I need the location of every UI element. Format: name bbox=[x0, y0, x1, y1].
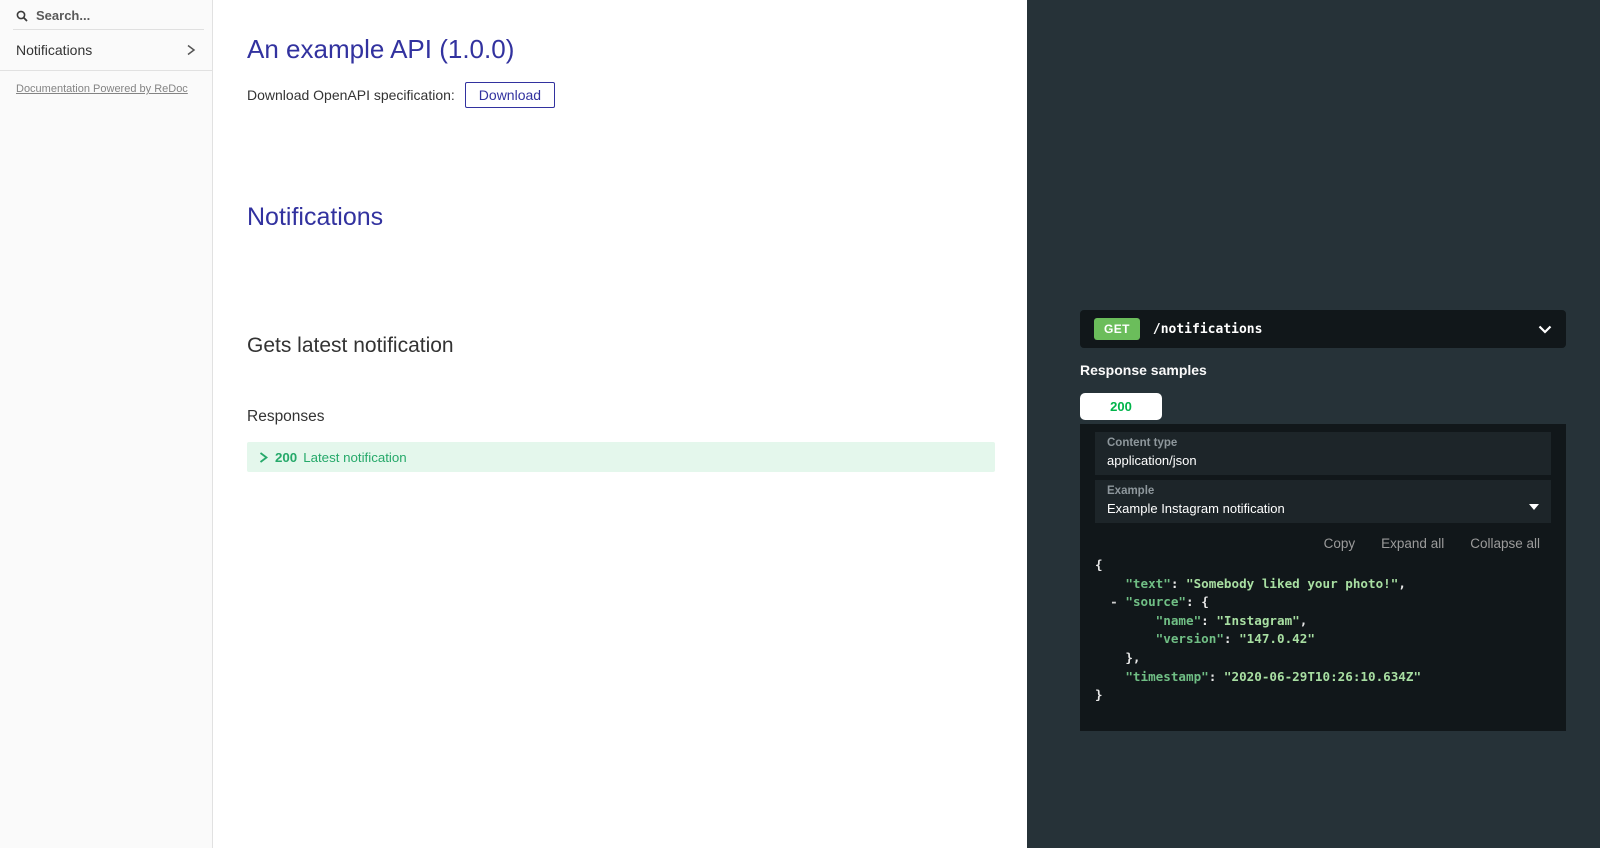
chevron-right-icon bbox=[259, 451, 268, 463]
content-type-dropdown[interactable]: Content type application/json bbox=[1095, 432, 1551, 475]
sample-actions: Copy Expand all Collapse all bbox=[1080, 536, 1540, 551]
response-row-200[interactable]: 200 Latest notification bbox=[247, 442, 995, 472]
copy-button[interactable]: Copy bbox=[1324, 536, 1356, 551]
content-type-value: application/json bbox=[1107, 453, 1197, 468]
search-input[interactable] bbox=[36, 8, 186, 23]
endpoint-dropdown[interactable]: GET /notifications bbox=[1080, 310, 1566, 348]
response-description: Latest notification bbox=[303, 449, 407, 465]
caret-down-icon bbox=[1529, 504, 1539, 510]
sidebar-item-notifications[interactable]: Notifications bbox=[0, 30, 212, 70]
right-panel: GET /notifications Response samples 200 … bbox=[1027, 0, 1600, 848]
chevron-down-icon bbox=[1538, 325, 1552, 334]
json-code: { "text": "Somebody liked your photo!", … bbox=[1095, 557, 1422, 703]
download-button[interactable]: Download bbox=[464, 82, 556, 108]
tab-200[interactable]: 200 bbox=[1080, 393, 1162, 420]
search-bar[interactable] bbox=[0, 0, 212, 23]
content-type-label: Content type bbox=[1107, 437, 1178, 449]
expand-all-button[interactable]: Expand all bbox=[1381, 536, 1444, 551]
section-title-notifications: Notifications bbox=[247, 203, 384, 231]
operation-title: Gets latest notification bbox=[247, 334, 454, 357]
sidebar-divider bbox=[0, 70, 212, 71]
main-content: An example API (1.0.0) Download OpenAPI … bbox=[214, 0, 1027, 848]
api-title: An example API (1.0.0) bbox=[247, 34, 515, 64]
collapse-toggle[interactable]: - bbox=[1110, 594, 1118, 609]
powered-by-redoc-link[interactable]: Documentation Powered by ReDoc bbox=[16, 83, 196, 95]
http-method-badge: GET bbox=[1094, 318, 1140, 340]
responses-heading: Responses bbox=[247, 408, 325, 425]
search-icon bbox=[16, 10, 28, 22]
sample-panel: Content type application/json Example Ex… bbox=[1080, 424, 1566, 731]
example-dropdown[interactable]: Example Example Instagram notification bbox=[1095, 480, 1551, 523]
example-label: Example bbox=[1107, 485, 1155, 497]
response-code: 200 bbox=[275, 449, 298, 465]
collapse-all-button[interactable]: Collapse all bbox=[1470, 536, 1540, 551]
chevron-right-icon bbox=[187, 44, 196, 56]
response-samples-heading: Response samples bbox=[1080, 362, 1207, 378]
sidebar-item-label: Notifications bbox=[16, 42, 93, 58]
download-label: Download OpenAPI specification: bbox=[247, 87, 455, 103]
endpoint-path: /notifications bbox=[1152, 321, 1263, 337]
example-value: Example Instagram notification bbox=[1107, 501, 1285, 516]
download-row: Download OpenAPI specification: Download bbox=[247, 82, 994, 108]
sidebar: Notifications Documentation Powered by R… bbox=[0, 0, 213, 848]
